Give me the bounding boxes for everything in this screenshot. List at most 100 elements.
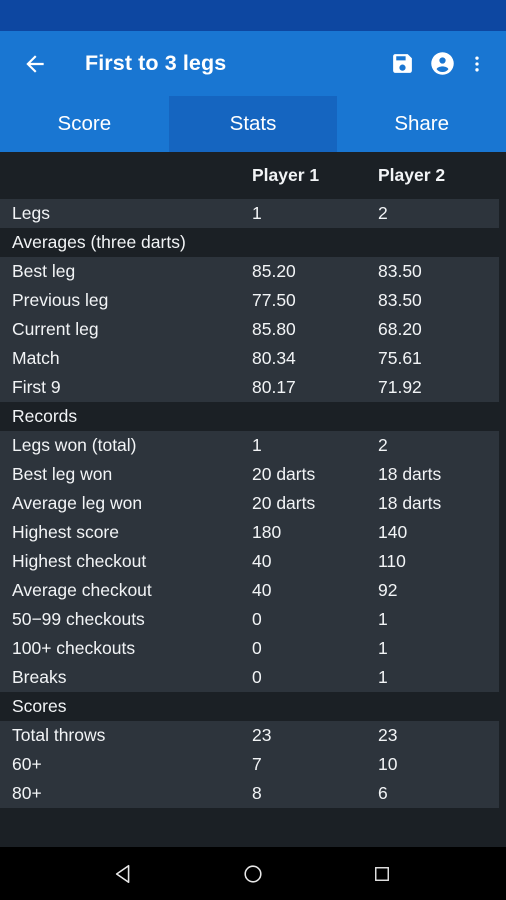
row-value-player2: 83.50 — [378, 261, 422, 281]
nav-back-icon[interactable] — [101, 851, 147, 897]
row-value-player2: 2 — [378, 435, 388, 455]
save-button[interactable] — [382, 44, 422, 84]
row-value-player2: 92 — [378, 580, 398, 600]
row-label: Current leg — [12, 319, 99, 339]
row-label: Average leg won — [12, 493, 143, 513]
row-value-player2: 1 — [378, 609, 388, 629]
stats-scroll-area[interactable]: Player 1 Player 2 Legs 1 2 Averages (three … — [0, 152, 506, 847]
row-value-player2: 6 — [378, 783, 388, 803]
section-header-label: Averages (three darts) — [12, 232, 186, 252]
row-label: Legs won (total) — [12, 435, 137, 455]
stats-table: Player 1 Player 2 Legs 1 2 Averages (three … — [0, 152, 499, 808]
row-value-player1: 7 — [252, 754, 262, 774]
row-value-player1: 180 — [252, 522, 282, 542]
table-row: Best leg 85.20 83.50 — [0, 257, 499, 286]
table-row: Highest score 180 140 — [0, 518, 499, 547]
row-value-player1: 80.17 — [252, 377, 296, 397]
row-value-player1: 23 — [252, 725, 272, 745]
table-row: Highest checkout 40 110 — [0, 547, 499, 576]
row-value-player1: 0 — [252, 667, 262, 687]
row-label: Highest checkout — [12, 551, 147, 571]
row-label: Match — [12, 348, 60, 368]
row-label: 60+ — [12, 754, 42, 774]
table-row: Best leg won 20 darts 18 darts — [0, 460, 499, 489]
vertical-scrollbar[interactable] — [499, 152, 506, 847]
table-row: Legs won (total) 1 2 — [0, 431, 499, 460]
row-label: Previous leg — [12, 290, 109, 310]
row-label: 50−99 checkouts — [12, 609, 145, 629]
table-row: Breaks 0 1 — [0, 663, 499, 692]
android-navigation-bar — [0, 847, 506, 900]
nav-home-icon[interactable] — [230, 851, 276, 897]
tab-score[interactable]: Score — [0, 96, 169, 152]
app-bar: First to 3 legs — [0, 31, 506, 96]
row-value-player1: 85.80 — [252, 319, 296, 339]
section-header-row: Averages (three darts) — [0, 228, 499, 257]
table-row: Legs 1 2 — [0, 199, 499, 228]
page-title: First to 3 legs — [85, 51, 227, 75]
table-row: 100+ checkouts 0 1 — [0, 634, 499, 663]
row-value-player2: 2 — [378, 203, 388, 223]
table-row: 50−99 checkouts 0 1 — [0, 605, 499, 634]
row-label: Average checkout — [12, 580, 152, 600]
section-header-label: Records — [12, 406, 78, 426]
row-value-player1: 80.34 — [252, 348, 296, 368]
nav-recents-icon[interactable] — [359, 851, 405, 897]
row-label: Legs — [12, 203, 50, 223]
row-value-player2: 18 darts — [378, 493, 442, 513]
tab-stats[interactable]: Stats — [168, 96, 338, 152]
row-value-player2: 1 — [378, 638, 388, 658]
row-value-player1: 85.20 — [252, 261, 296, 281]
row-value-player2: 75.61 — [378, 348, 422, 368]
row-value-player1: 20 darts — [252, 464, 316, 484]
row-value-player2: 71.92 — [378, 377, 422, 397]
app-bar-actions — [382, 44, 492, 84]
table-row: Average checkout 40 92 — [0, 576, 499, 605]
row-label: First 9 — [12, 377, 61, 397]
back-button[interactable] — [18, 47, 52, 81]
row-value-player2: 23 — [378, 725, 398, 745]
row-value-player1: 20 darts — [252, 493, 316, 513]
row-label: Best leg won — [12, 464, 113, 484]
row-value-player1: 0 — [252, 609, 262, 629]
row-value-player1: 40 — [252, 580, 272, 600]
overflow-menu-button[interactable] — [462, 44, 492, 84]
row-value-player1: 1 — [252, 435, 262, 455]
row-value-player1: 0 — [252, 638, 262, 658]
table-row: Total throws 23 23 — [0, 721, 499, 750]
status-bar — [0, 0, 506, 31]
table-row: Average leg won 20 darts 18 darts — [0, 489, 499, 518]
table-header-row: Player 1 Player 2 — [0, 152, 499, 199]
row-label: 100+ checkouts — [12, 638, 136, 658]
row-value-player2: 83.50 — [378, 290, 422, 310]
tab-share[interactable]: Share — [337, 96, 506, 152]
tab-bar: Score Stats Share — [0, 96, 506, 152]
section-header-row: Records — [0, 402, 499, 431]
section-header-row: Scores — [0, 692, 499, 721]
row-label: Total throws — [12, 725, 106, 745]
app-screen: First to 3 legs Score Stats Share Player… — [0, 0, 506, 900]
row-value-player2: 68.20 — [378, 319, 422, 339]
row-label: Breaks — [12, 667, 67, 687]
row-value-player2: 1 — [378, 667, 388, 687]
table-row: 80+ 8 6 — [0, 779, 499, 808]
table-row: Match 80.34 75.61 — [0, 344, 499, 373]
table-row: First 9 80.17 71.92 — [0, 373, 499, 402]
column-header-player2: Player 2 — [378, 165, 446, 185]
row-value-player1: 40 — [252, 551, 272, 571]
row-value-player1: 8 — [252, 783, 262, 803]
row-label: 80+ — [12, 783, 42, 803]
row-value-player2: 18 darts — [378, 464, 442, 484]
table-row: 60+ 7 10 — [0, 750, 499, 779]
section-header-label: Scores — [12, 696, 67, 716]
row-value-player1: 77.50 — [252, 290, 296, 310]
row-label: Best leg — [12, 261, 76, 281]
row-value-player2: 110 — [378, 551, 406, 571]
tab-share-label: Share — [394, 112, 450, 135]
tab-score-label: Score — [57, 112, 112, 135]
table-row: Current leg 85.80 68.20 — [0, 315, 499, 344]
row-value-player1: 1 — [252, 203, 262, 223]
row-value-player2: 140 — [378, 522, 408, 542]
account-button[interactable] — [422, 44, 462, 84]
row-label: Highest score — [12, 522, 119, 542]
